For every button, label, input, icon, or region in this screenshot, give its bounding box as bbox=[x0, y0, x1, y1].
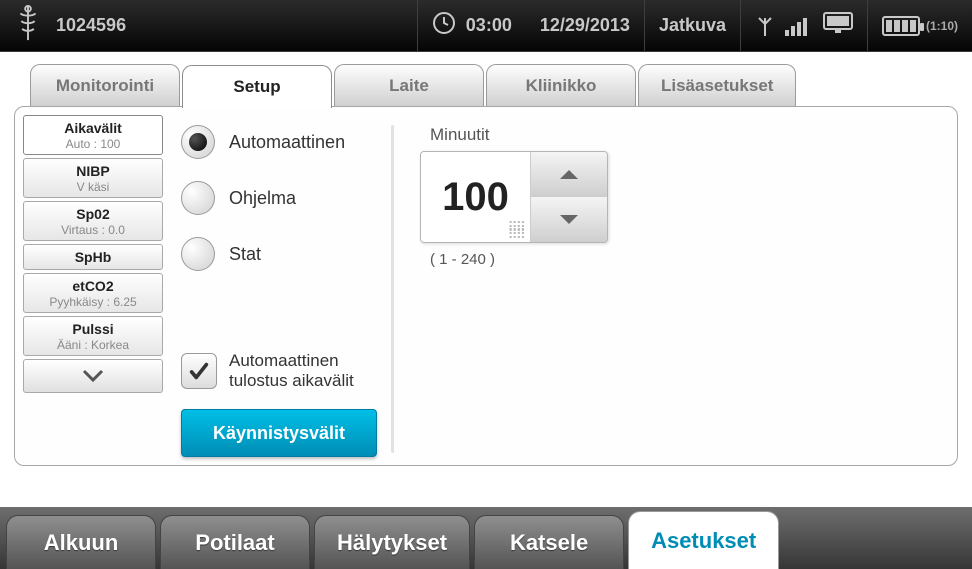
chevron-down-icon bbox=[558, 213, 580, 227]
checkbox-auto-print[interactable]: Automaattinen tulostus aikavälit bbox=[181, 351, 391, 391]
checkbox-icon bbox=[181, 353, 217, 389]
minutes-value-field[interactable]: 100 ⠿⠿⠿⠿ bbox=[421, 152, 531, 242]
minutes-label: Minuutit bbox=[430, 125, 608, 145]
medical-caduceus-icon bbox=[14, 4, 42, 47]
setup-panel: Aikavälit Auto : 100 NIBP V käsi Sp02 Vi… bbox=[14, 106, 958, 466]
clock-time: 03:00 bbox=[466, 15, 512, 36]
tab-monitoring[interactable]: Monitorointi bbox=[30, 64, 180, 106]
radio-stat[interactable]: Stat bbox=[181, 237, 391, 271]
device-id: 1024596 bbox=[56, 15, 126, 36]
tab-device[interactable]: Laite bbox=[334, 64, 484, 106]
radio-icon bbox=[181, 125, 215, 159]
minutes-range: ( 1 - 240 ) bbox=[430, 251, 608, 268]
battery-indicator[interactable]: (1:10) bbox=[882, 16, 958, 36]
side-item-pulse[interactable]: Pulssi Ääni : Korkea bbox=[23, 316, 163, 356]
side-item-nibp[interactable]: NIBP V käsi bbox=[23, 158, 163, 198]
minutes-increment[interactable] bbox=[531, 152, 607, 197]
antenna-icon bbox=[755, 14, 775, 38]
clock-icon bbox=[432, 11, 456, 40]
nav-alarms[interactable]: Hälytykset bbox=[314, 515, 470, 569]
setup-tab-row: Monitorointi Setup Laite Kliinikko Lisäa… bbox=[0, 64, 972, 107]
setup-side-list: Aikavälit Auto : 100 NIBP V käsi Sp02 Vi… bbox=[15, 107, 163, 465]
vertical-divider bbox=[391, 125, 394, 453]
tab-clinician[interactable]: Kliinikko bbox=[486, 64, 636, 106]
signal-bars-icon bbox=[785, 16, 807, 36]
battery-icon bbox=[882, 16, 920, 36]
top-bar: 1024596 03:00 12/29/2013 Jatkuva bbox=[0, 0, 972, 52]
main-area: Monitorointi Setup Laite Kliinikko Lisäa… bbox=[0, 52, 972, 507]
display-icon bbox=[823, 12, 853, 39]
nav-review[interactable]: Katsele bbox=[474, 515, 624, 569]
radio-automatic[interactable]: Automaattinen bbox=[181, 125, 391, 159]
minutes-stepper: 100 ⠿⠿⠿⠿ bbox=[420, 151, 608, 243]
tab-setup[interactable]: Setup bbox=[182, 65, 332, 108]
clock-area[interactable]: 03:00 12/29/2013 bbox=[418, 0, 644, 51]
chevron-down-icon bbox=[82, 369, 104, 383]
clock-date: 12/29/2013 bbox=[540, 15, 630, 36]
intervals-content: Automaattinen Ohjelma Stat Automaattinen bbox=[163, 107, 957, 465]
bottom-nav: Alkuun Potilaat Hälytykset Katsele Asetu… bbox=[0, 507, 972, 569]
check-icon bbox=[188, 360, 210, 382]
nav-home[interactable]: Alkuun bbox=[6, 515, 156, 569]
minutes-decrement[interactable] bbox=[531, 197, 607, 242]
mode-indicator[interactable]: Jatkuva bbox=[645, 0, 740, 51]
battery-ratio: (1:10) bbox=[926, 19, 958, 33]
side-list-scroll-down[interactable] bbox=[23, 359, 163, 393]
side-item-etco2[interactable]: etCO2 Pyyhkäisy : 6.25 bbox=[23, 273, 163, 313]
nav-settings[interactable]: Asetukset bbox=[628, 511, 779, 569]
side-item-sphb[interactable]: SpHb bbox=[23, 244, 163, 270]
chevron-up-icon bbox=[558, 167, 580, 181]
radio-program[interactable]: Ohjelma bbox=[181, 181, 391, 215]
side-item-spo2[interactable]: Sp02 Virtaus : 0.0 bbox=[23, 201, 163, 241]
side-item-intervals[interactable]: Aikavälit Auto : 100 bbox=[23, 115, 163, 155]
tab-advanced[interactable]: Lisäasetukset bbox=[638, 64, 796, 106]
start-intervals-button[interactable]: Käynnistysvälit bbox=[181, 409, 377, 457]
radio-icon bbox=[181, 237, 215, 271]
keypad-icon: ⠿⠿⠿⠿ bbox=[507, 224, 524, 238]
radio-icon bbox=[181, 181, 215, 215]
nav-patients[interactable]: Potilaat bbox=[160, 515, 310, 569]
